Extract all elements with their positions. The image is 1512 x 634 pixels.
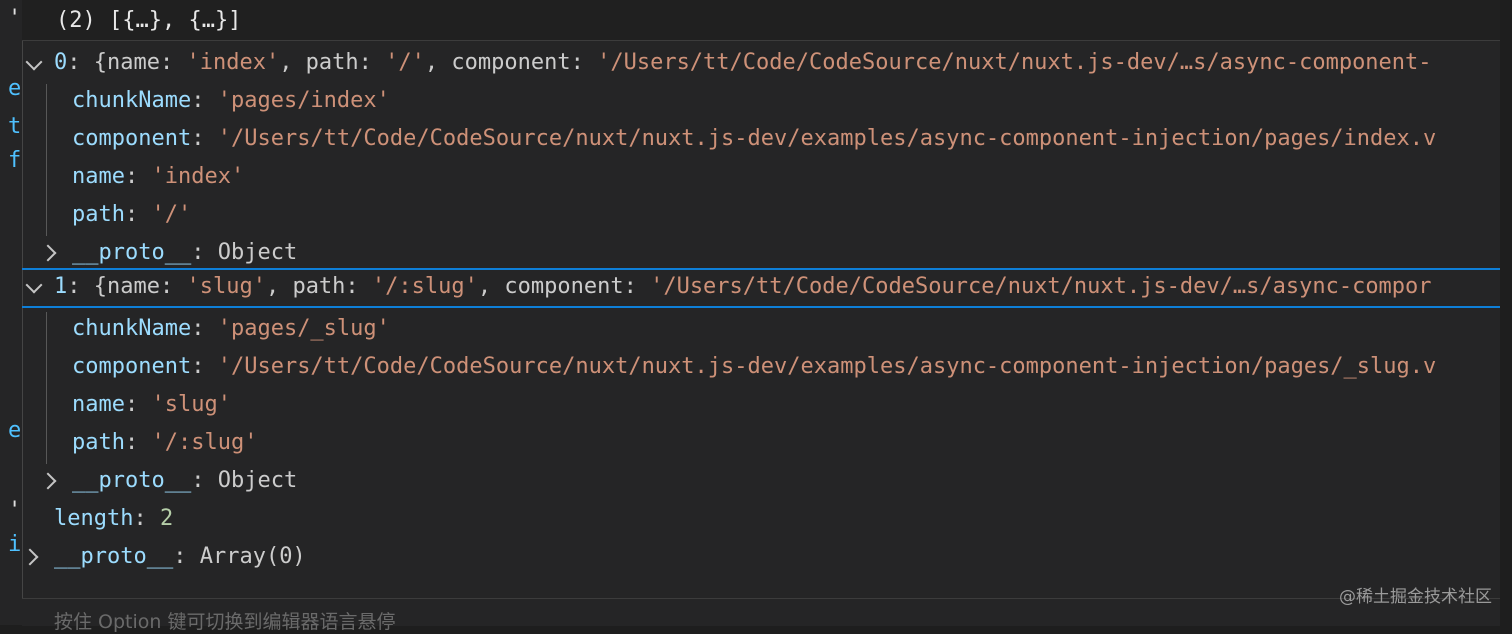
tree-row-component[interactable]: component: '/Users/tt/Code/CodeSource/nu… [22, 120, 1500, 158]
item-index: 0 [54, 50, 68, 75]
gutter-char: ' [8, 6, 22, 31]
editor-gutter: ' e t f e ' i [0, 0, 22, 625]
tree-row-proto[interactable]: __proto__: Object [22, 234, 1500, 272]
tree-row-name[interactable]: name: 'slug' [22, 386, 1500, 424]
chevron-right-icon[interactable] [22, 548, 39, 566]
tree-row-chunkname[interactable]: chunkName: 'pages/_slug' [22, 310, 1500, 348]
gutter-char: f [8, 148, 22, 173]
hover-hint: 按住 Option 键可切换到编辑器语言悬停 [54, 611, 396, 633]
tree-row-name[interactable]: name: 'index' [22, 158, 1500, 196]
gutter-char: i [8, 532, 22, 557]
tree-row-component[interactable]: component: '/Users/tt/Code/CodeSource/nu… [22, 348, 1500, 386]
gutter-char: e [8, 76, 22, 101]
tree-row-array-proto[interactable]: __proto__: Array(0) [22, 538, 1500, 576]
chevron-down-icon[interactable] [25, 276, 43, 294]
tree-row-item-1[interactable]: 1: {name: 'slug', path: '/:slug', compon… [22, 268, 1500, 308]
item-index: 1 [54, 274, 68, 299]
hover-footer: 按住 Option 键可切换到编辑器语言悬停 [22, 598, 1500, 633]
chevron-right-icon[interactable] [39, 472, 57, 490]
gutter-char: ' [8, 498, 22, 523]
chevron-right-icon[interactable] [39, 244, 57, 262]
tree-row-path[interactable]: path: '/:slug' [22, 424, 1500, 462]
hover-header: (2) [{…}, {…}] [22, 0, 1500, 41]
tree-row-item-0[interactable]: 0: {name: 'index', path: '/', component:… [22, 44, 1500, 82]
tree-row-length[interactable]: length: 2 [22, 500, 1500, 538]
panel-edge [1500, 0, 1512, 625]
gutter-char: e [8, 418, 22, 443]
tree-row-path[interactable]: path: '/' [22, 196, 1500, 234]
array-summary: (2) [{…}, {…}] [56, 8, 242, 33]
watermark: @稀土掘金技术社区 [1339, 587, 1492, 607]
tree-row-chunkname[interactable]: chunkName: 'pages/index' [22, 82, 1500, 120]
tree-row-proto[interactable]: __proto__: Object [22, 462, 1500, 500]
chevron-down-icon[interactable] [25, 53, 43, 71]
gutter-char: t [8, 114, 22, 139]
